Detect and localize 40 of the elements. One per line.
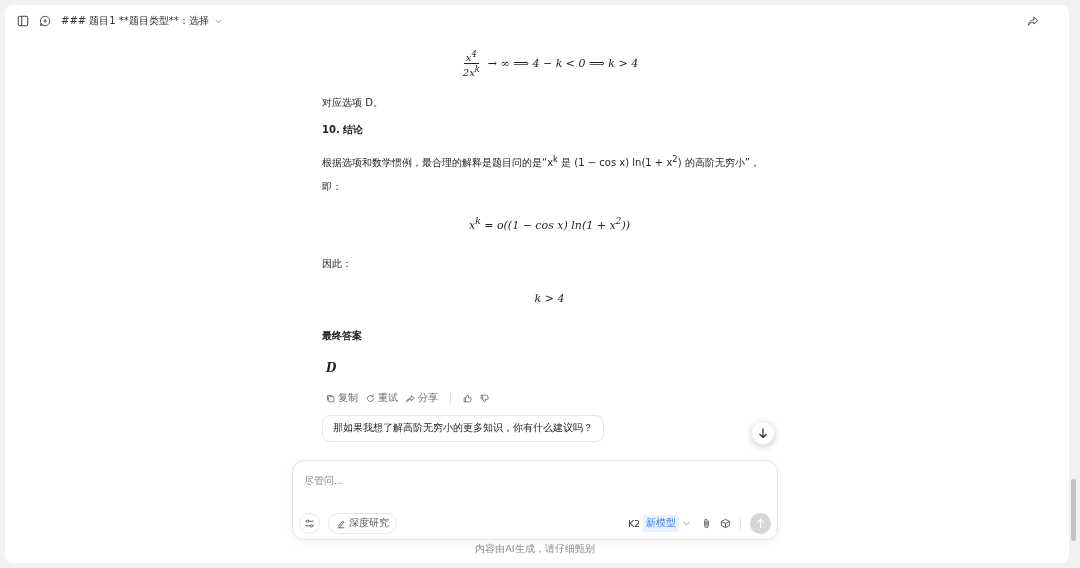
thumbs-down-button[interactable] xyxy=(480,393,489,403)
scroll-down-button[interactable] xyxy=(751,421,775,445)
message-composer[interactable]: 尽管问... 深度研究 K2 新模型 xyxy=(292,460,778,540)
thumbs-down-icon xyxy=(480,393,489,403)
formula: x$^{k}$ = o((1 − cos x) ln(1 + x$^{2}$)) xyxy=(468,215,631,232)
formula-denominator: 2x$^{k}$ xyxy=(461,64,481,79)
pencil-icon xyxy=(336,518,346,529)
paragraph: 根据选项和数学惯例，最合理的解释是题目问的是“x$^{k}$ 是 (1 − cos x) ln(1 + x$^{2}$) 的高阶无穷小”，即： xyxy=(322,152,761,194)
thumbs-up-button[interactable] xyxy=(463,393,472,403)
settings-button[interactable] xyxy=(299,513,320,534)
paragraph: 对应选项 D。 xyxy=(322,95,384,110)
formula-numerator: x$^{4}$ xyxy=(463,49,479,65)
sliders-icon xyxy=(304,518,315,529)
final-answer: D xyxy=(326,360,337,375)
share-icon[interactable] xyxy=(1027,15,1039,27)
disclaimer-text: 内容由AI生成，请仔细甄别 xyxy=(474,543,596,556)
share-button[interactable]: 分享 xyxy=(406,391,438,405)
arrow-up-icon xyxy=(755,518,766,529)
section-heading: 最终答案 xyxy=(322,328,363,343)
deep-research-button[interactable]: 深度研究 xyxy=(328,513,397,534)
retry-button[interactable]: 重试 xyxy=(366,391,398,405)
paragraph: 因此： xyxy=(322,256,353,271)
new-chat-icon[interactable] xyxy=(39,15,51,27)
chevron-down-icon[interactable] xyxy=(682,519,691,528)
chat-title[interactable]: ### 题目1 **题目类型**：选择 xyxy=(61,14,209,28)
model-badge: 新模型 xyxy=(643,515,679,532)
paperclip-icon[interactable] xyxy=(701,518,712,529)
formula: k > 4 xyxy=(534,291,565,305)
formula: → ∞ ⟹ 4 − k < 0 ⟹ k > 4 xyxy=(487,57,639,71)
cube-icon[interactable] xyxy=(720,518,731,529)
refresh-icon xyxy=(366,393,375,403)
model-selector[interactable]: K2 xyxy=(628,518,640,529)
share-icon xyxy=(406,393,415,403)
copy-button[interactable]: 复制 xyxy=(326,391,358,405)
thumbs-up-icon xyxy=(463,393,472,403)
section-heading: 10. 结论 xyxy=(322,122,365,137)
suggestion-chip[interactable]: 那如果我想了解高阶无穷小的更多知识，你有什么建议吗？ xyxy=(322,414,604,442)
arrow-down-icon xyxy=(757,427,769,439)
copy-icon xyxy=(326,393,335,403)
sidebar-toggle-icon[interactable] xyxy=(17,15,29,27)
